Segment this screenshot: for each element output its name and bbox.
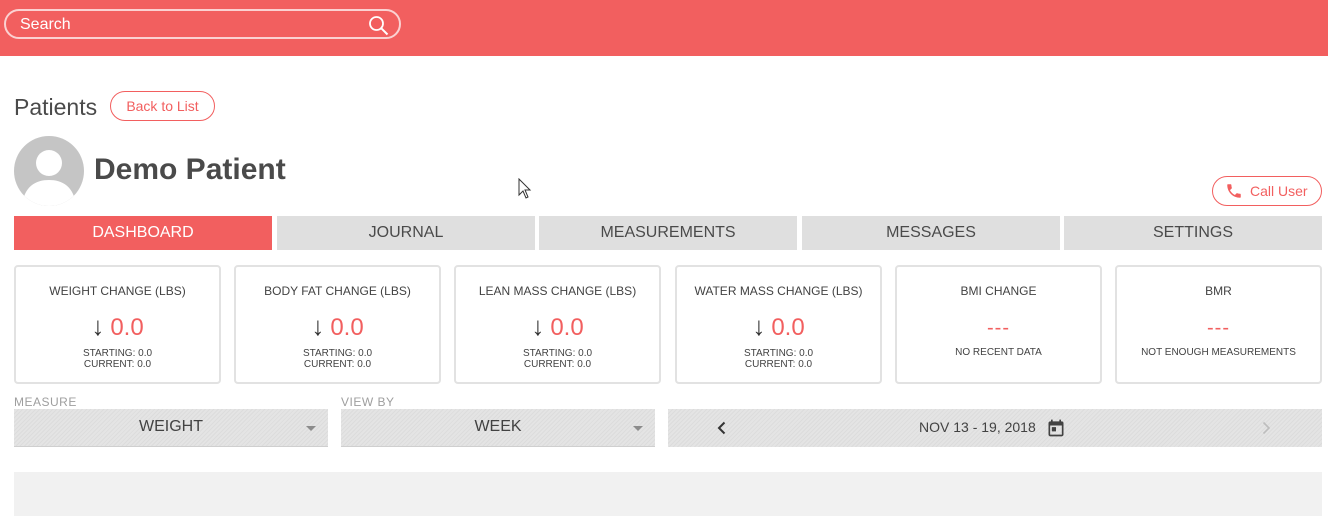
card-current: CURRENT: 0.0 bbox=[83, 359, 152, 370]
card-note: NOT ENOUGH MEASUREMENTS bbox=[1141, 347, 1296, 358]
avatar bbox=[14, 136, 84, 206]
water-mass-change-card: WATER MASS CHANGE (LBS) ↓ 0.0 STARTING: 0… bbox=[675, 265, 882, 384]
chevron-left-icon[interactable] bbox=[714, 420, 730, 436]
bmi-change-card: BMI CHANGE --- NO RECENT DATA bbox=[895, 265, 1102, 384]
view-by-label: VIEW BY bbox=[341, 395, 395, 409]
arrow-down-icon: ↓ bbox=[311, 311, 325, 341]
bmr-card: BMR --- NOT ENOUGH MEASUREMENTS bbox=[1115, 265, 1322, 384]
page-section-title: Patients bbox=[14, 94, 98, 120]
patient-name: Demo Patient bbox=[94, 153, 286, 186]
body-fat-change-card: BODY FAT CHANGE (LBS) ↓ 0.0 STARTING: 0.0… bbox=[234, 265, 441, 384]
search-input[interactable]: Search bbox=[20, 16, 71, 34]
tab-measurements[interactable]: MEASUREMENTS bbox=[539, 216, 797, 250]
measure-select[interactable]: WEIGHT bbox=[14, 409, 328, 447]
card-title: WEIGHT CHANGE (LBS) bbox=[49, 284, 186, 298]
card-value: ↓ 0.0 bbox=[677, 311, 880, 342]
call-user-label: Call User bbox=[1250, 183, 1308, 199]
arrow-down-icon: ↓ bbox=[531, 311, 545, 341]
card-note: NO RECENT DATA bbox=[955, 347, 1042, 358]
measure-label: MEASURE bbox=[14, 395, 77, 409]
card-starting: STARTING: 0.0 bbox=[82, 348, 153, 359]
phone-icon bbox=[1227, 184, 1241, 198]
caret-down-icon bbox=[633, 426, 643, 431]
card-value: ↓ 0.0 bbox=[16, 311, 219, 342]
back-to-list-button[interactable]: Back to List bbox=[110, 91, 215, 121]
card-value: --- bbox=[987, 317, 1010, 339]
card-current: CURRENT: 0.0 bbox=[744, 359, 813, 370]
tab-settings[interactable]: SETTINGS bbox=[1064, 216, 1322, 250]
user-silhouette-icon bbox=[22, 150, 76, 206]
card-value: ↓ 0.0 bbox=[456, 311, 659, 342]
search-icon[interactable] bbox=[368, 15, 389, 36]
card-title: BMI CHANGE bbox=[960, 284, 1037, 298]
card-title: WATER MASS CHANGE (LBS) bbox=[694, 284, 863, 298]
card-starting: STARTING: 0.0 bbox=[522, 348, 593, 359]
card-value: --- bbox=[1207, 317, 1230, 339]
card-starting: STARTING: 0.0 bbox=[302, 348, 373, 359]
view-by-select[interactable]: WEEK bbox=[341, 409, 655, 447]
card-title: BMR bbox=[1205, 284, 1232, 298]
tab-messages[interactable]: MESSAGES bbox=[802, 216, 1060, 250]
card-value-number: 0.0 bbox=[550, 314, 584, 341]
chevron-right-icon[interactable] bbox=[1258, 420, 1274, 436]
top-bar: Search bbox=[0, 0, 1328, 56]
card-starting: STARTING: 0.0 bbox=[743, 348, 814, 359]
caret-down-icon bbox=[306, 426, 316, 431]
view-by-select-value: WEEK bbox=[474, 418, 522, 435]
tab-journal[interactable]: JOURNAL bbox=[277, 216, 535, 250]
card-value-number: 0.0 bbox=[771, 314, 805, 341]
card-value-number: 0.0 bbox=[110, 314, 144, 341]
search-box[interactable]: Search bbox=[4, 9, 401, 39]
calendar-icon[interactable] bbox=[1046, 418, 1066, 438]
card-value-number: 0.0 bbox=[330, 314, 364, 341]
tab-bar: DASHBOARD JOURNAL MEASUREMENTS MESSAGES … bbox=[14, 216, 1322, 250]
measure-select-value: WEIGHT bbox=[139, 418, 203, 435]
weight-change-card: WEIGHT CHANGE (LBS) ↓ 0.0 STARTING: 0.0 C… bbox=[14, 265, 221, 384]
date-range-bar: NOV 13 - 19, 2018 bbox=[668, 409, 1322, 447]
arrow-down-icon: ↓ bbox=[752, 311, 766, 341]
tab-dashboard[interactable]: DASHBOARD bbox=[14, 216, 272, 250]
card-title: BODY FAT CHANGE (LBS) bbox=[264, 284, 411, 298]
lean-mass-change-card: LEAN MASS CHANGE (LBS) ↓ 0.0 STARTING: 0.… bbox=[454, 265, 661, 384]
arrow-down-icon: ↓ bbox=[91, 311, 105, 341]
card-title: LEAN MASS CHANGE (LBS) bbox=[478, 284, 637, 298]
card-current: CURRENT: 0.0 bbox=[523, 359, 592, 370]
card-current: CURRENT: 0.0 bbox=[303, 359, 372, 370]
date-range-text: NOV 13 - 19, 2018 bbox=[919, 419, 1036, 435]
mouse-cursor-icon bbox=[518, 178, 532, 199]
card-value: ↓ 0.0 bbox=[236, 311, 439, 342]
chart-area bbox=[14, 472, 1322, 516]
call-user-button[interactable]: Call User bbox=[1212, 176, 1322, 206]
